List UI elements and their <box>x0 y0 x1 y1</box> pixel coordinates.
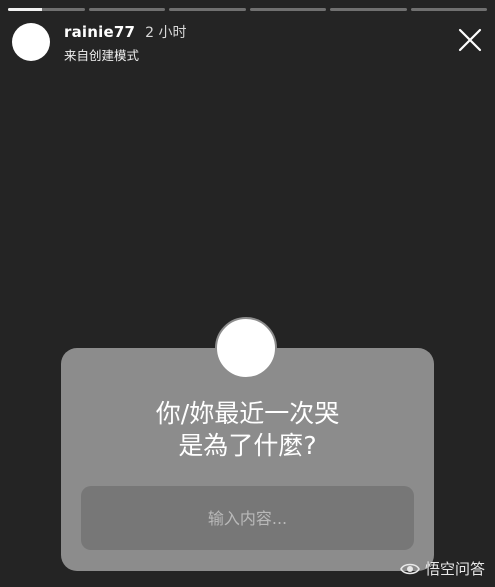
close-icon <box>458 28 482 52</box>
story-progress-bar <box>8 8 487 11</box>
question-line-1: 你/妳最近一次哭 <box>155 399 340 428</box>
progress-segment <box>8 8 85 11</box>
progress-segment <box>88 8 165 11</box>
watermark-text: 悟空问答 <box>424 560 485 578</box>
progress-segment-fill <box>8 8 43 11</box>
story-header: rainie77 2 小时 来自创建模式 <box>12 20 483 64</box>
story-subtitle: 来自创建模式 <box>64 48 140 63</box>
post-time: 2 小时 <box>145 25 187 41</box>
close-button[interactable] <box>457 27 483 53</box>
question-text: 你/妳最近一次哭 是為了什麼? <box>61 398 434 462</box>
progress-segment <box>249 8 326 11</box>
question-card: 你/妳最近一次哭 是為了什麼? <box>61 348 434 571</box>
avatar[interactable] <box>12 23 50 61</box>
username[interactable]: rainie77 <box>64 23 135 41</box>
question-card-avatar <box>215 317 277 379</box>
question-line-2: 是為了什麼? <box>178 431 317 460</box>
watermark: 悟空问答 <box>400 558 485 579</box>
progress-segment <box>169 8 246 11</box>
eye-icon <box>400 563 420 574</box>
user-line: rainie77 2 小时 <box>64 22 187 42</box>
user-info: rainie77 2 小时 来自创建模式 <box>64 22 187 64</box>
answer-input[interactable] <box>81 486 414 550</box>
progress-segment <box>330 8 407 11</box>
progress-segment <box>410 8 487 11</box>
